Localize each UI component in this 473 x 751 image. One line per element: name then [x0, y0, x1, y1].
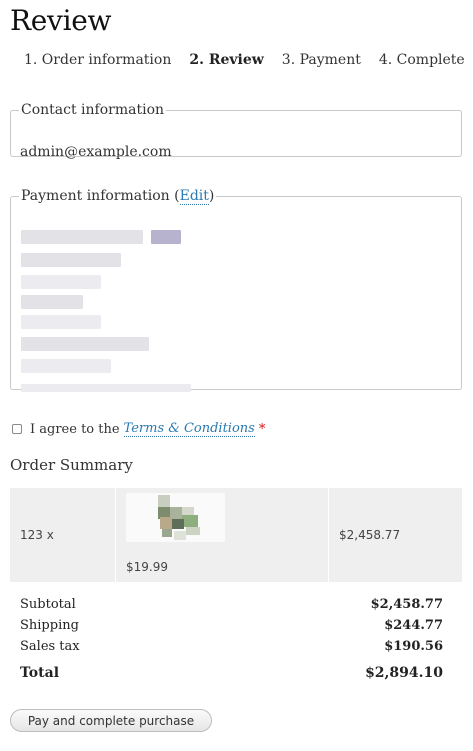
pay-and-complete-purchase-button[interactable]: Pay and complete purchase: [10, 709, 212, 732]
checkout-progress: 1. Order information 2. Review 3. Paymen…: [24, 52, 473, 68]
subtotal-label: Subtotal: [20, 597, 76, 612]
step-payment: 3. Payment: [281, 52, 361, 68]
contact-information-legend: Contact information: [21, 102, 165, 118]
item-quantity: 123 x: [20, 528, 54, 542]
terms-link[interactable]: Terms & Conditions: [123, 421, 255, 437]
item-cell: $19.99: [115, 488, 329, 582]
contact-information-pane: Contact information admin@example.com: [10, 102, 462, 160]
product-thumbnail: [126, 493, 225, 542]
sales-tax-label: Sales tax: [20, 639, 80, 654]
payment-information-legend: Payment information (Edit): [21, 188, 215, 205]
payment-edit-link[interactable]: Edit: [179, 188, 209, 205]
step-order-information: 1. Order information: [24, 52, 172, 68]
page-title: Review: [10, 4, 112, 37]
terms-agreement-text: I agree to the: [30, 421, 120, 437]
grand-total-row: Total $2,894.10: [20, 662, 443, 683]
payment-information-pane: Payment information (Edit): [10, 188, 462, 392]
sales-tax-value: $190.56: [384, 639, 443, 654]
item-line-total: $2,458.77: [328, 488, 462, 582]
subtotal-value: $2,458.77: [370, 597, 443, 612]
shipping-value: $244.77: [384, 618, 443, 633]
step-complete: 4. Complete: [378, 52, 465, 68]
terms-agreement: I agree to the Terms & Conditions *: [12, 421, 265, 437]
terms-checkbox[interactable]: [12, 424, 22, 434]
sales-tax-row: Sales tax $190.56: [20, 636, 443, 657]
shipping-label: Shipping: [20, 618, 79, 633]
shipping-row: Shipping $244.77: [20, 615, 443, 636]
grand-total-label: Total: [20, 664, 60, 681]
step-review: 2. Review: [189, 52, 264, 68]
grand-total-value: $2,894.10: [365, 664, 443, 681]
subtotal-row: Subtotal $2,458.77: [20, 594, 443, 615]
contact-email: admin@example.com: [20, 144, 172, 160]
table-row: 123 x $19.99 $2,458.77: [10, 488, 462, 582]
order-summary-table: 123 x $19.99 $2,458.77: [10, 488, 462, 582]
item-unit-price: $19.99: [126, 560, 168, 574]
order-totals: Subtotal $2,458.77 Shipping $244.77 Sale…: [20, 594, 443, 683]
order-summary-heading: Order Summary: [10, 456, 133, 474]
required-marker: *: [258, 421, 266, 437]
